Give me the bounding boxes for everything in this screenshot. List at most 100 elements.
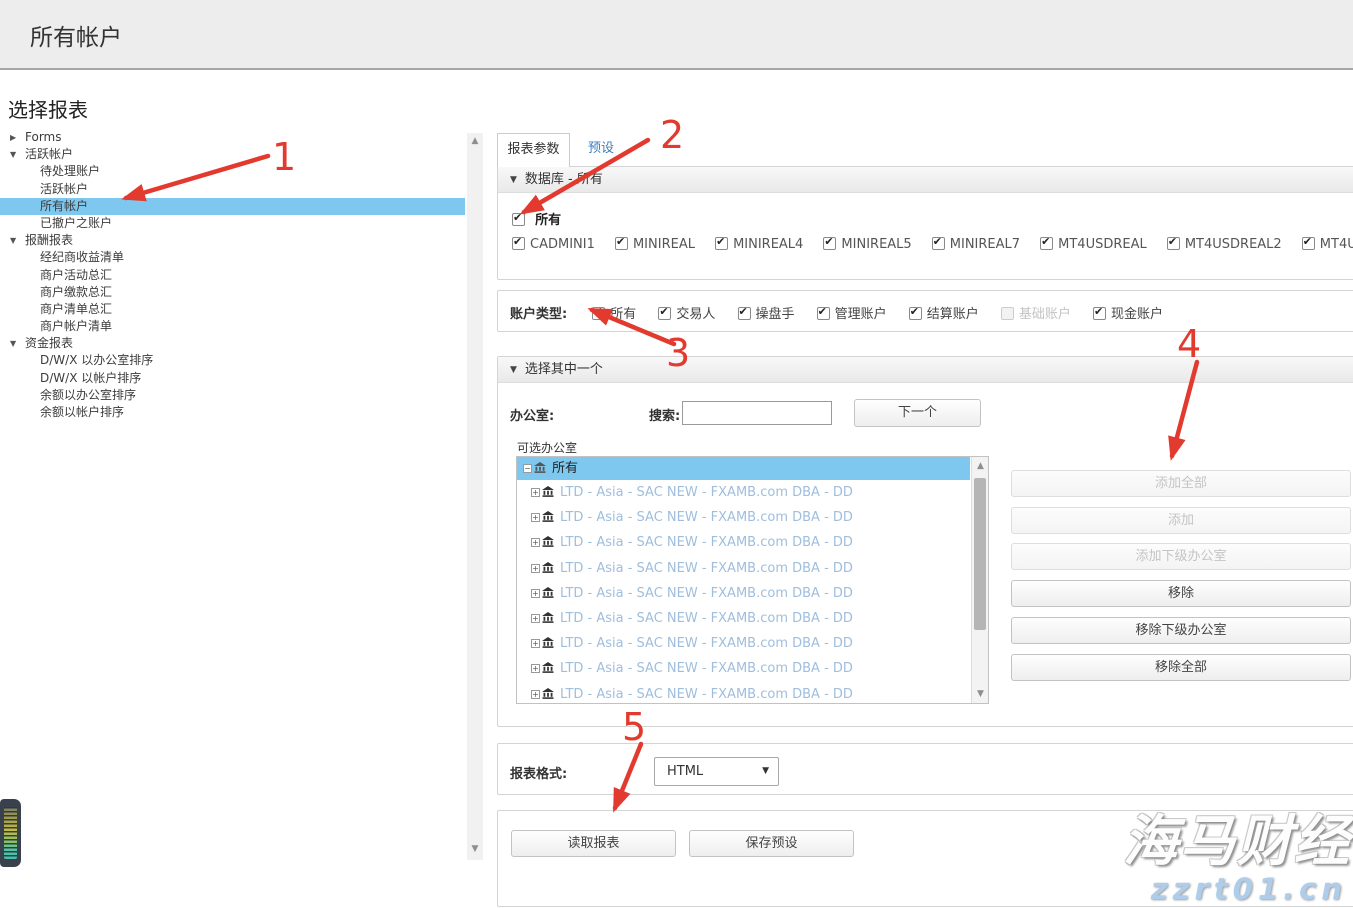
checkbox-checked-icon[interactable]	[658, 307, 671, 320]
remove-all-button[interactable]: 移除全部	[1011, 654, 1351, 681]
database-section-header[interactable]: ▼数据库 - 所有	[498, 167, 1353, 193]
expand-plus-icon[interactable]: +	[531, 564, 540, 573]
checkbox-checked-icon[interactable]	[817, 307, 830, 320]
database-checkbox-item[interactable]: MINIREAL4	[715, 237, 803, 252]
office-list-root-selected[interactable]: −所有	[517, 457, 970, 480]
expand-plus-icon[interactable]: +	[531, 664, 540, 673]
report-format-select[interactable]: HTML ▼	[654, 757, 779, 786]
chevron-down-icon: ▼	[10, 146, 16, 163]
tree-group-active-accounts[interactable]: ▼活跃帐户	[0, 146, 465, 163]
database-checkbox-item[interactable]: MINIREAL	[615, 237, 695, 252]
expand-plus-icon[interactable]: +	[531, 488, 540, 497]
checkbox-checked-icon[interactable]	[823, 237, 836, 250]
office-list-item[interactable]: +LTD - Asia - SAC NEW - FXAMB.com DBA - …	[517, 530, 988, 555]
checkbox-checked-icon[interactable]	[1302, 237, 1315, 250]
office-list-item[interactable]: +LTD - Asia - SAC NEW - FXAMB.com DBA - …	[517, 606, 988, 631]
office-list-item[interactable]: +LTD - Asia - SAC NEW - FXAMB.com DBA - …	[517, 656, 988, 681]
expand-plus-icon[interactable]: +	[531, 614, 540, 623]
database-checkbox-item[interactable]: MT4USDREAL3	[1302, 237, 1353, 252]
account-type-option[interactable]: 结算账户	[909, 303, 979, 322]
all-databases-checkbox[interactable]	[512, 213, 525, 226]
database-checkbox-item[interactable]: CADMINI1	[512, 237, 595, 252]
search-label: 搜索:	[649, 405, 680, 424]
tree-group-compensation-reports[interactable]: ▼报酬报表	[0, 232, 465, 249]
office-label: 办公室:	[510, 405, 554, 424]
database-checkbox-item[interactable]: MINIREAL7	[932, 237, 1020, 252]
load-report-button[interactable]: 读取报表	[511, 830, 676, 857]
add-all-button[interactable]: 添加全部	[1011, 470, 1351, 497]
scroll-up-icon[interactable]: ▲	[972, 461, 989, 471]
search-input[interactable]	[682, 401, 832, 425]
expand-plus-icon[interactable]: +	[531, 589, 540, 598]
tree-item-dwx-by-account[interactable]: D/W/X 以帐户排序	[0, 370, 465, 387]
choose-one-section: ▼选择其中一个 办公室: 搜索: 下一个 可选办公室 −所有 +LTD - As…	[497, 356, 1353, 727]
office-list: −所有 +LTD - Asia - SAC NEW - FXAMB.com DB…	[516, 456, 989, 704]
checkbox-checked-icon[interactable]	[1167, 237, 1180, 250]
checkbox-checked-icon[interactable]	[512, 237, 525, 250]
tree-item-closed-accounts[interactable]: 已撤户之账户	[0, 215, 465, 232]
bank-icon	[542, 683, 554, 705]
office-list-item[interactable]: +LTD - Asia - SAC NEW - FXAMB.com DBA - …	[517, 556, 988, 581]
office-list-item[interactable]: +LTD - Asia - SAC NEW - FXAMB.com DBA - …	[517, 505, 988, 530]
checkbox-checked-icon[interactable]	[909, 307, 922, 320]
tree-item-forms[interactable]: ▶Forms	[0, 129, 465, 146]
office-list-item[interactable]: +LTD - Asia - SAC NEW - FXAMB.com DBA - …	[517, 480, 988, 505]
database-checkbox-item[interactable]: MINIREAL5	[823, 237, 911, 252]
expand-plus-icon[interactable]: +	[531, 513, 540, 522]
database-checkbox-item[interactable]: MT4USDREAL2	[1167, 237, 1282, 252]
save-preset-button[interactable]: 保存预设	[689, 830, 854, 857]
tree-item-balance-by-account[interactable]: 余额以帐户排序	[0, 404, 465, 421]
tree-item-merchant-list-summary[interactable]: 商户清单总汇	[0, 301, 465, 318]
page-scrollbar[interactable]: ▲ ▼	[467, 133, 483, 860]
tree-item-merchant-account-list[interactable]: 商户帐户清单	[0, 318, 465, 335]
checkbox-checked-icon[interactable]	[932, 237, 945, 250]
scroll-down-icon[interactable]: ▼	[972, 689, 989, 699]
corner-meter-widget	[0, 799, 21, 867]
tree-item-merchant-activity-summary[interactable]: 商户活动总汇	[0, 267, 465, 284]
remove-button[interactable]: 移除	[1011, 580, 1351, 607]
scroll-down-icon[interactable]: ▼	[467, 844, 483, 854]
scroll-up-icon[interactable]: ▲	[467, 136, 483, 146]
tree-item-all-accounts-selected[interactable]: 所有帐户	[0, 198, 465, 215]
database-checkbox-item[interactable]: MT4USDREAL	[1040, 237, 1147, 252]
tree-item-pending-accounts[interactable]: 待处理账户	[0, 163, 465, 180]
office-list-item[interactable]: +LTD - Asia - SAC NEW - FXAMB.com DBA - …	[517, 682, 988, 705]
bank-icon	[542, 481, 554, 506]
checkbox-checked-icon[interactable]	[715, 237, 728, 250]
scrollbar-thumb[interactable]	[974, 478, 986, 630]
tab-presets[interactable]: 预设	[577, 133, 625, 167]
tree-item-active-accounts[interactable]: 活跃帐户	[0, 181, 465, 198]
checkbox-checked-icon[interactable]	[615, 237, 628, 250]
expand-plus-icon[interactable]: +	[531, 690, 540, 699]
add-sub-offices-button[interactable]: 添加下级办公室	[1011, 543, 1351, 570]
account-type-option[interactable]: 交易人	[658, 303, 715, 322]
watermark-url: zzrt01.cn	[1123, 872, 1351, 906]
next-button[interactable]: 下一个	[854, 399, 981, 427]
tree-item-merchant-payment-summary[interactable]: 商户缴款总汇	[0, 284, 465, 301]
tab-report-parameters[interactable]: 报表参数	[497, 133, 570, 167]
checkbox-checked-icon[interactable]	[738, 307, 751, 320]
remove-sub-offices-button[interactable]: 移除下级办公室	[1011, 617, 1351, 644]
expand-plus-icon[interactable]: +	[531, 639, 540, 648]
account-type-option[interactable]: 操盘手	[738, 303, 795, 322]
office-list-item[interactable]: +LTD - Asia - SAC NEW - FXAMB.com DBA - …	[517, 631, 988, 656]
add-button[interactable]: 添加	[1011, 507, 1351, 534]
office-list-scrollbar[interactable]: ▲ ▼	[971, 457, 988, 703]
account-type-option[interactable]: 管理账户	[817, 303, 887, 322]
checkbox-checked-icon[interactable]	[1093, 307, 1106, 320]
expand-plus-icon[interactable]: +	[531, 538, 540, 547]
tree-group-funds-reports[interactable]: ▼资金报表	[0, 335, 465, 352]
choose-one-section-header[interactable]: ▼选择其中一个	[498, 357, 1353, 383]
account-type-option[interactable]: 所有	[592, 303, 636, 322]
checkbox-checked-icon[interactable]	[592, 307, 605, 320]
all-databases-label: 所有	[535, 213, 561, 228]
tree-item-broker-revenue-list[interactable]: 经纪商收益清单	[0, 249, 465, 266]
tree-item-balance-by-office[interactable]: 余额以办公室排序	[0, 387, 465, 404]
collapse-minus-icon[interactable]: −	[523, 464, 532, 473]
account-type-label: 账户类型:	[510, 303, 567, 322]
tree-item-dwx-by-office[interactable]: D/W/X 以办公室排序	[0, 352, 465, 369]
checkbox-checked-icon[interactable]	[1040, 237, 1053, 250]
office-list-item[interactable]: +LTD - Asia - SAC NEW - FXAMB.com DBA - …	[517, 581, 988, 606]
account-type-option[interactable]: 现金账户	[1093, 303, 1163, 322]
report-format-label: 报表格式:	[510, 763, 567, 782]
